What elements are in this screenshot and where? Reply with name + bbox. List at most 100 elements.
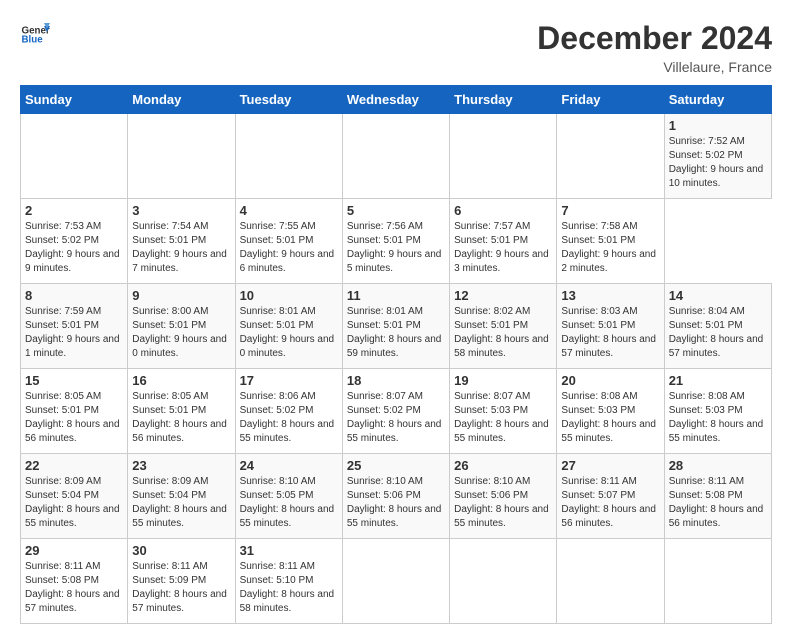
- day-number: 7: [561, 203, 659, 218]
- calendar-cell: 4Sunrise: 7:55 AMSunset: 5:01 PMDaylight…: [235, 199, 342, 284]
- day-info: Sunrise: 8:09 AMSunset: 5:04 PMDaylight:…: [25, 475, 123, 531]
- day-number: 26: [454, 458, 552, 473]
- logo: General Blue: [20, 20, 50, 50]
- day-number: 16: [132, 373, 230, 388]
- day-number: 1: [669, 118, 767, 133]
- day-info: Sunrise: 8:00 AMSunset: 5:01 PMDaylight:…: [132, 305, 230, 361]
- day-number: 23: [132, 458, 230, 473]
- day-info: Sunrise: 7:58 AMSunset: 5:01 PMDaylight:…: [561, 220, 659, 276]
- calendar-table: SundayMondayTuesdayWednesdayThursdayFrid…: [20, 85, 772, 624]
- day-number: 5: [347, 203, 445, 218]
- day-info: Sunrise: 8:11 AMSunset: 5:07 PMDaylight:…: [561, 475, 659, 531]
- calendar-cell: 3 Sunrise: 7:54 AMSunset: 5:01 PMDaylight…: [128, 199, 235, 284]
- calendar-cell: [21, 114, 128, 199]
- calendar-cell: 24Sunrise: 8:10 AMSunset: 5:05 PMDayligh…: [235, 454, 342, 539]
- day-info: Sunrise: 7:54 AMSunset: 5:01 PMDaylight:…: [132, 220, 230, 276]
- day-info: Sunrise: 8:05 AMSunset: 5:01 PMDaylight:…: [132, 390, 230, 446]
- day-info: Sunrise: 8:04 AMSunset: 5:01 PMDaylight:…: [669, 305, 767, 361]
- day-info: Sunrise: 8:10 AMSunset: 5:06 PMDaylight:…: [347, 475, 445, 531]
- day-of-week-header: Tuesday: [235, 86, 342, 114]
- day-number: 29: [25, 543, 123, 558]
- day-info: Sunrise: 8:11 AMSunset: 5:09 PMDaylight:…: [132, 560, 230, 616]
- calendar-cell: 12 Sunrise: 8:02 AMSunset: 5:01 PMDayligh…: [450, 284, 557, 369]
- day-of-week-header: Friday: [557, 86, 664, 114]
- day-info: Sunrise: 8:11 AMSunset: 5:10 PMDaylight:…: [240, 560, 338, 616]
- calendar-cell: 9 Sunrise: 8:00 AMSunset: 5:01 PMDaylight…: [128, 284, 235, 369]
- day-number: 3: [132, 203, 230, 218]
- calendar-cell: [450, 114, 557, 199]
- day-info: Sunrise: 8:07 AMSunset: 5:03 PMDaylight:…: [454, 390, 552, 446]
- day-number: 9: [132, 288, 230, 303]
- day-number: 18: [347, 373, 445, 388]
- day-info: Sunrise: 8:10 AMSunset: 5:05 PMDaylight:…: [240, 475, 338, 531]
- day-info: Sunrise: 8:07 AMSunset: 5:02 PMDaylight:…: [347, 390, 445, 446]
- calendar-body: 1 Sunrise: 7:52 AMSunset: 5:02 PMDaylight…: [21, 114, 772, 624]
- calendar-cell: [664, 539, 771, 624]
- calendar-cell: 14Sunrise: 8:04 AMSunset: 5:01 PMDayligh…: [664, 284, 771, 369]
- day-info: Sunrise: 8:06 AMSunset: 5:02 PMDaylight:…: [240, 390, 338, 446]
- day-number: 12: [454, 288, 552, 303]
- calendar-cell: 20 Sunrise: 8:08 AMSunset: 5:03 PMDayligh…: [557, 369, 664, 454]
- calendar-cell: 17 Sunrise: 8:06 AMSunset: 5:02 PMDayligh…: [235, 369, 342, 454]
- calendar-cell: 27 Sunrise: 8:11 AMSunset: 5:07 PMDayligh…: [557, 454, 664, 539]
- calendar-cell: 31 Sunrise: 8:11 AMSunset: 5:10 PMDayligh…: [235, 539, 342, 624]
- day-number: 17: [240, 373, 338, 388]
- day-info: Sunrise: 8:11 AMSunset: 5:08 PMDaylight:…: [669, 475, 767, 531]
- day-of-week-header: Monday: [128, 86, 235, 114]
- day-info: Sunrise: 8:08 AMSunset: 5:03 PMDaylight:…: [669, 390, 767, 446]
- calendar-cell: 18 Sunrise: 8:07 AMSunset: 5:02 PMDayligh…: [342, 369, 449, 454]
- calendar-cell: 29 Sunrise: 8:11 AMSunset: 5:08 PMDayligh…: [21, 539, 128, 624]
- location-title: Villelaure, France: [537, 59, 772, 75]
- day-info: Sunrise: 8:01 AMSunset: 5:01 PMDaylight:…: [240, 305, 338, 361]
- day-info: Sunrise: 8:10 AMSunset: 5:06 PMDaylight:…: [454, 475, 552, 531]
- calendar-cell: 1 Sunrise: 7:52 AMSunset: 5:02 PMDaylight…: [664, 114, 771, 199]
- day-number: 6: [454, 203, 552, 218]
- day-number: 31: [240, 543, 338, 558]
- calendar-cell: 30Sunrise: 8:11 AMSunset: 5:09 PMDayligh…: [128, 539, 235, 624]
- svg-text:Blue: Blue: [22, 35, 44, 46]
- calendar-cell: 10Sunrise: 8:01 AMSunset: 5:01 PMDayligh…: [235, 284, 342, 369]
- header: General Blue December 2024 Villelaure, F…: [20, 20, 772, 75]
- day-info: Sunrise: 7:52 AMSunset: 5:02 PMDaylight:…: [669, 135, 767, 191]
- calendar-cell: 15 Sunrise: 8:05 AMSunset: 5:01 PMDayligh…: [21, 369, 128, 454]
- calendar-cell: 19 Sunrise: 8:07 AMSunset: 5:03 PMDayligh…: [450, 369, 557, 454]
- day-info: Sunrise: 8:01 AMSunset: 5:01 PMDaylight:…: [347, 305, 445, 361]
- day-info: Sunrise: 8:05 AMSunset: 5:01 PMDaylight:…: [25, 390, 123, 446]
- calendar-cell: 8Sunrise: 7:59 AMSunset: 5:01 PMDaylight…: [21, 284, 128, 369]
- calendar-cell: 26 Sunrise: 8:10 AMSunset: 5:06 PMDayligh…: [450, 454, 557, 539]
- day-info: Sunrise: 7:56 AMSunset: 5:01 PMDaylight:…: [347, 220, 445, 276]
- calendar-cell: [128, 114, 235, 199]
- day-number: 19: [454, 373, 552, 388]
- calendar-week-row: 15 Sunrise: 8:05 AMSunset: 5:01 PMDayligh…: [21, 369, 772, 454]
- calendar-cell: 16 Sunrise: 8:05 AMSunset: 5:01 PMDayligh…: [128, 369, 235, 454]
- day-info: Sunrise: 8:09 AMSunset: 5:04 PMDaylight:…: [132, 475, 230, 531]
- day-info: Sunrise: 8:08 AMSunset: 5:03 PMDaylight:…: [561, 390, 659, 446]
- day-number: 15: [25, 373, 123, 388]
- calendar-cell: [450, 539, 557, 624]
- logo-icon: General Blue: [20, 20, 50, 50]
- day-number: 28: [669, 458, 767, 473]
- calendar-cell: 2 Sunrise: 7:53 AMSunset: 5:02 PMDaylight…: [21, 199, 128, 284]
- day-number: 21: [669, 373, 767, 388]
- day-number: 20: [561, 373, 659, 388]
- day-info: Sunrise: 7:53 AMSunset: 5:02 PMDaylight:…: [25, 220, 123, 276]
- day-number: 11: [347, 288, 445, 303]
- day-info: Sunrise: 7:59 AMSunset: 5:01 PMDaylight:…: [25, 305, 123, 361]
- calendar-cell: [557, 539, 664, 624]
- calendar-cell: 23 Sunrise: 8:09 AMSunset: 5:04 PMDayligh…: [128, 454, 235, 539]
- day-of-week-header: Saturday: [664, 86, 771, 114]
- calendar-week-row: 2 Sunrise: 7:53 AMSunset: 5:02 PMDaylight…: [21, 199, 772, 284]
- day-info: Sunrise: 8:11 AMSunset: 5:08 PMDaylight:…: [25, 560, 123, 616]
- day-number: 22: [25, 458, 123, 473]
- day-info: Sunrise: 8:02 AMSunset: 5:01 PMDaylight:…: [454, 305, 552, 361]
- calendar-cell: [235, 114, 342, 199]
- day-info: Sunrise: 7:57 AMSunset: 5:01 PMDaylight:…: [454, 220, 552, 276]
- calendar-week-row: 29 Sunrise: 8:11 AMSunset: 5:08 PMDayligh…: [21, 539, 772, 624]
- day-info: Sunrise: 8:03 AMSunset: 5:01 PMDaylight:…: [561, 305, 659, 361]
- day-number: 2: [25, 203, 123, 218]
- days-of-week-header: SundayMondayTuesdayWednesdayThursdayFrid…: [21, 86, 772, 114]
- day-number: 25: [347, 458, 445, 473]
- day-number: 4: [240, 203, 338, 218]
- calendar-cell: [557, 114, 664, 199]
- day-number: 27: [561, 458, 659, 473]
